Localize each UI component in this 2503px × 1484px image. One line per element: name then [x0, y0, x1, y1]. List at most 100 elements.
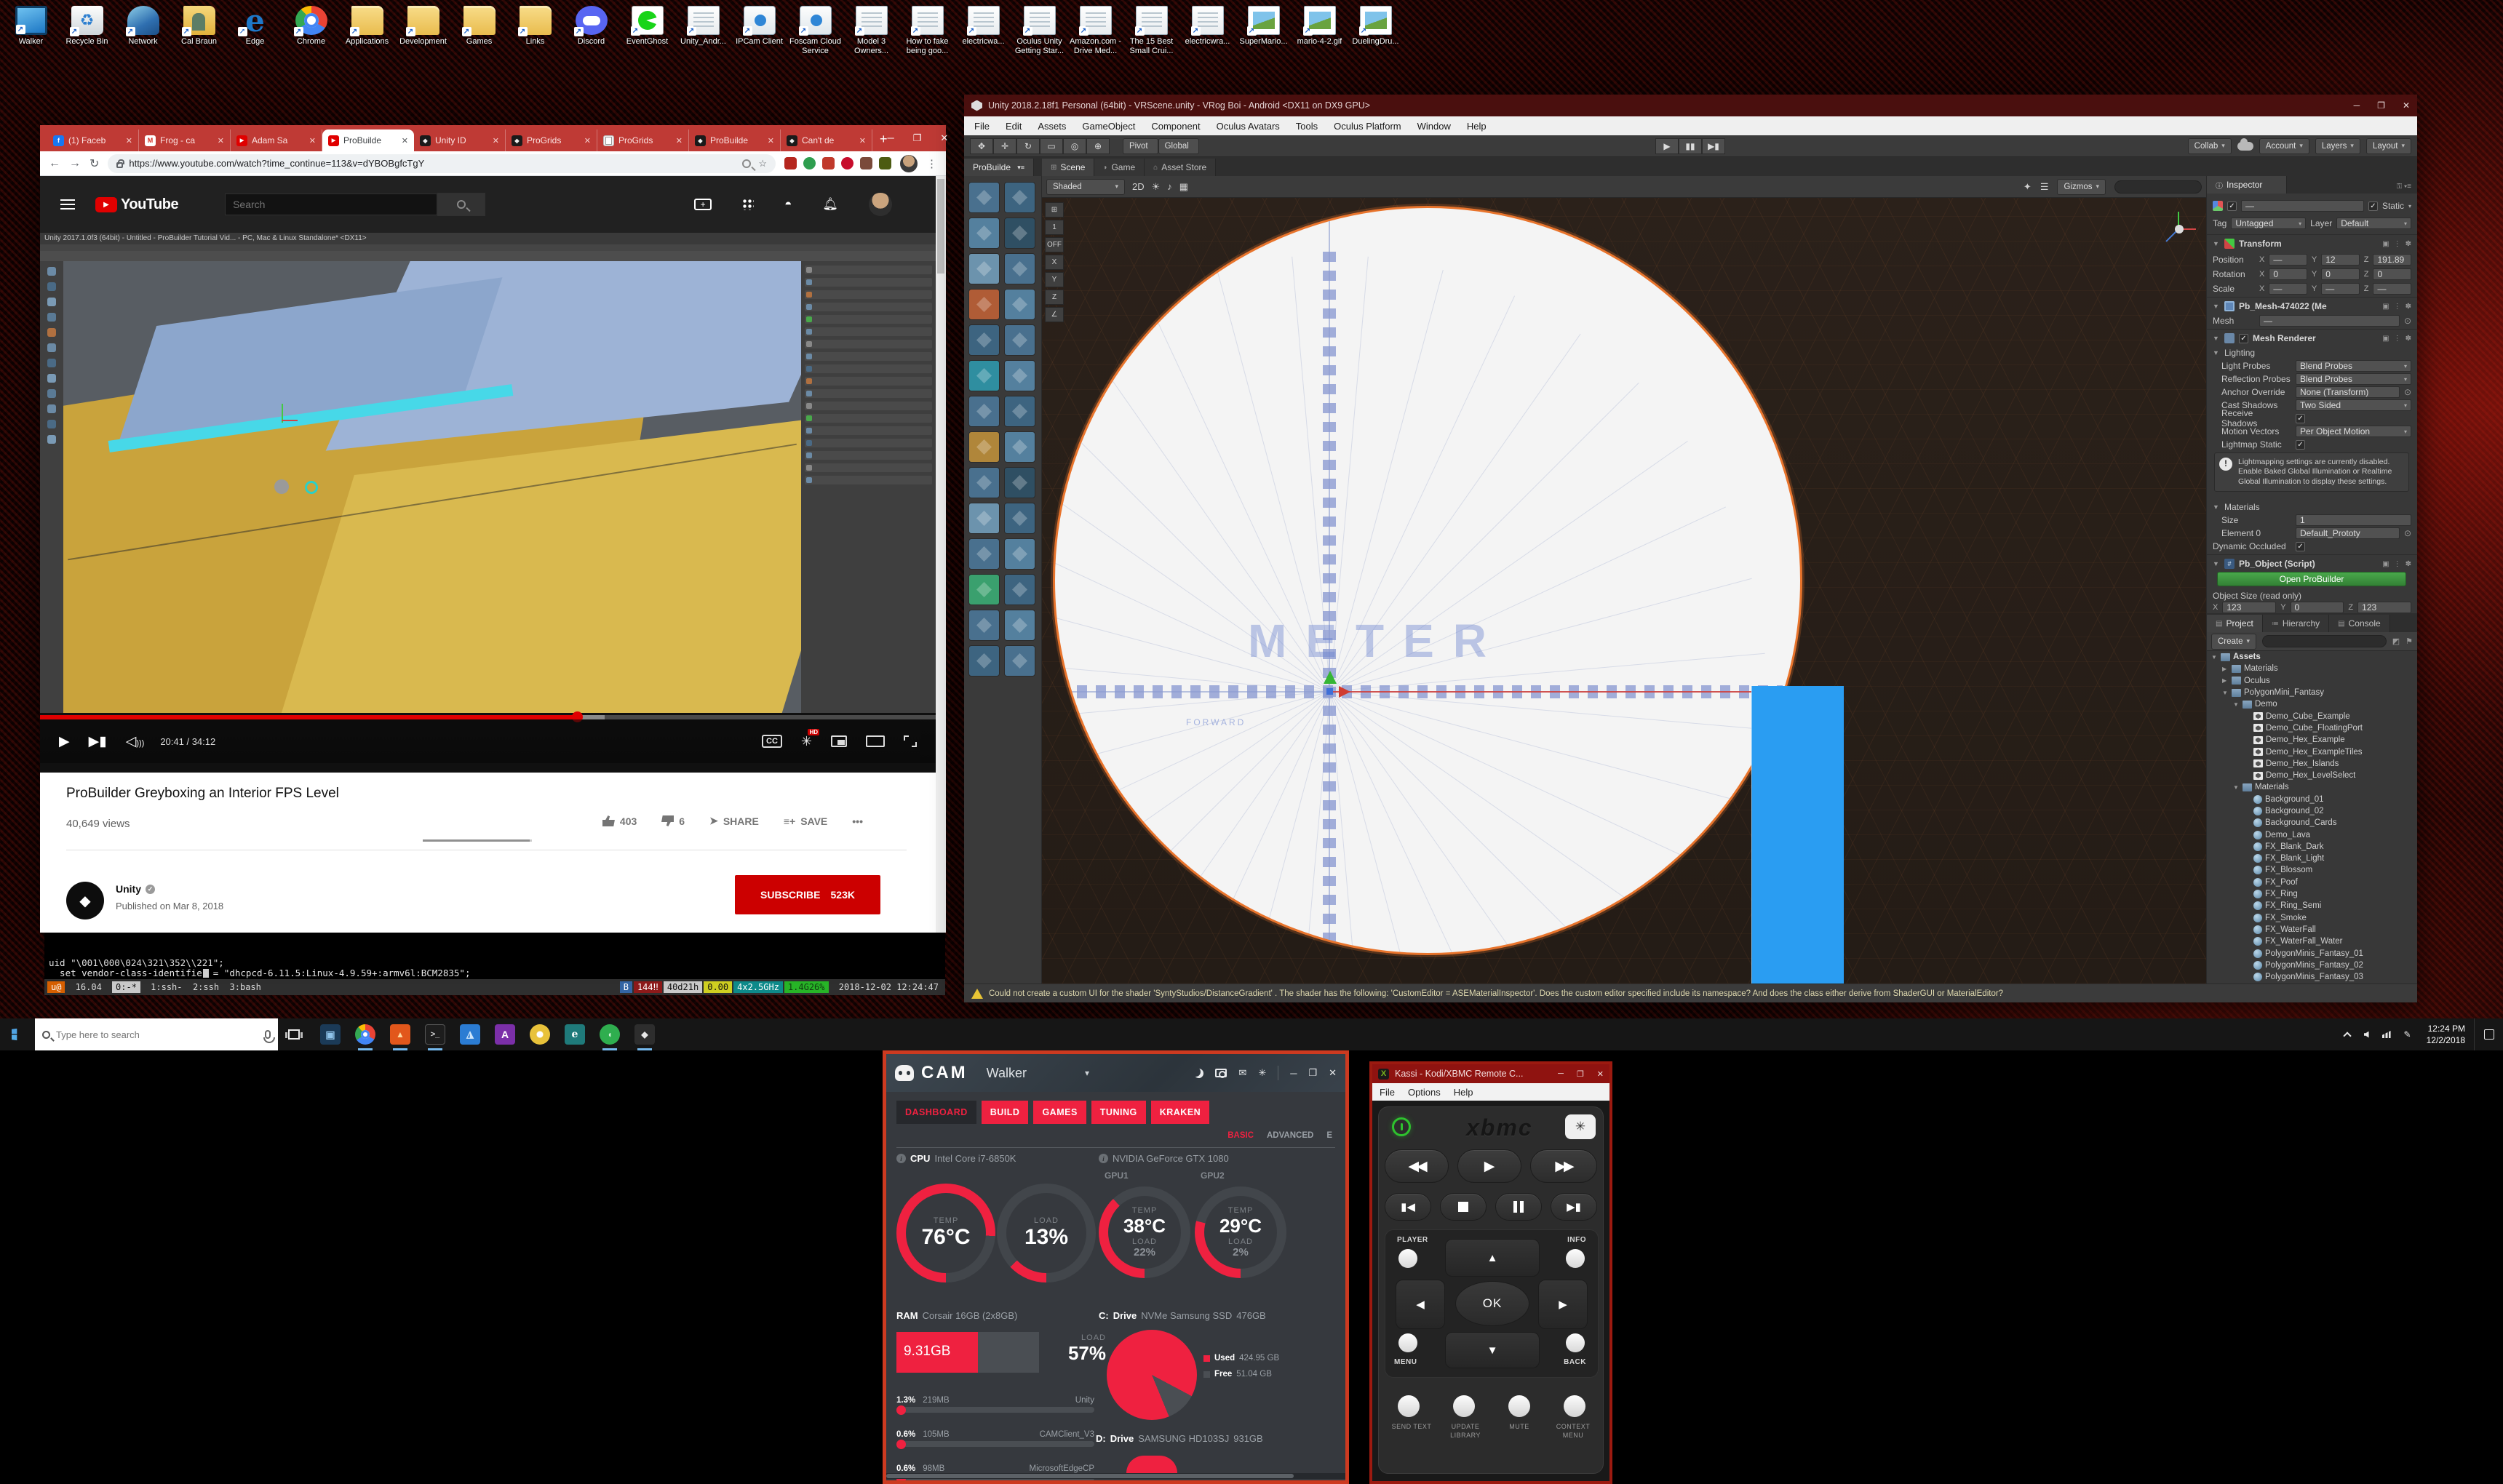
- browser-tab[interactable]: ProGrids ✕: [506, 129, 597, 151]
- materials-size-field[interactable]: 1: [2296, 514, 2411, 526]
- feedback-mail-icon[interactable]: ✉: [1238, 1067, 1246, 1079]
- extension-icon[interactable]: [803, 157, 816, 169]
- project-tree-item[interactable]: Demo_Hex_Islands: [2207, 758, 2417, 770]
- progrids-button[interactable]: X: [1045, 255, 1064, 270]
- menu-item[interactable]: Window: [1417, 121, 1451, 132]
- project-tree-item[interactable]: FX_Blank_Light: [2207, 853, 2417, 864]
- send-text-button[interactable]: [1398, 1395, 1420, 1417]
- cam-header[interactable]: CAM Walker ▾ ✉ ✳ ─ ❐ ✕: [886, 1054, 1345, 1092]
- tab-close-icon[interactable]: ✕: [493, 136, 499, 145]
- pause-button[interactable]: [1495, 1193, 1542, 1221]
- project-tree-item[interactable]: FX_WaterFall: [2207, 924, 2417, 936]
- mesh-field[interactable]: —: [2259, 315, 2400, 327]
- project-tree-item[interactable]: ▼ Demo: [2207, 698, 2417, 710]
- layers-dropdown[interactable]: Layers: [2315, 138, 2360, 154]
- reload-button[interactable]: ↻: [89, 156, 99, 171]
- progrids-button[interactable]: ∠: [1045, 307, 1064, 322]
- progrids-button[interactable]: 1: [1045, 220, 1064, 235]
- taskbar-app-button[interactable]: [592, 1018, 627, 1050]
- right-button[interactable]: ▶: [1538, 1280, 1588, 1329]
- menu-button[interactable]: [1398, 1333, 1417, 1352]
- next-button[interactable]: ▶▮: [1551, 1193, 1597, 1221]
- project-tree-item[interactable]: ▶ Materials: [2207, 663, 2417, 674]
- tool-button[interactable]: ▭: [1040, 138, 1063, 154]
- minimize-button[interactable]: ─: [2354, 100, 2360, 111]
- reflection-probes-dropdown[interactable]: Blend Probes: [2296, 373, 2411, 385]
- desktop-icon[interactable]: ↗ mario-4-2.gif: [1292, 1, 1348, 55]
- layout-dropdown[interactable]: Layout: [2366, 138, 2411, 154]
- project-tree-item[interactable]: Demo_Cube_FloatingPort: [2207, 722, 2417, 734]
- receive-shadows-checkbox[interactable]: [2296, 414, 2305, 423]
- mesh-renderer-header[interactable]: Mesh Renderer: [2253, 333, 2316, 343]
- cam-tab[interactable]: GAMES: [1033, 1101, 1086, 1124]
- project-tree-item[interactable]: PolygonMinis_Fantasy_01: [2207, 947, 2417, 959]
- mute-button[interactable]: [1508, 1395, 1530, 1417]
- light-probes-dropdown[interactable]: Blend Probes: [2296, 360, 2411, 372]
- taskbar-clock[interactable]: 12:24 PM 12/2/2018: [2427, 1023, 2465, 1046]
- rotation-y[interactable]: 0: [2321, 268, 2360, 280]
- player-button[interactable]: [1398, 1249, 1417, 1268]
- position-x[interactable]: —: [2269, 254, 2307, 266]
- audio-toggle-icon[interactable]: ♪: [1167, 181, 1172, 192]
- progrids-button[interactable]: OFF: [1045, 237, 1064, 252]
- back-button[interactable]: [1566, 1333, 1585, 1352]
- taskbar-app-button[interactable]: [348, 1018, 383, 1050]
- cam-tab[interactable]: DASHBOARD: [896, 1101, 976, 1124]
- minimize-button[interactable]: ─: [1558, 1069, 1564, 1079]
- settings-gear-button[interactable]: ✳: [1565, 1114, 1596, 1139]
- desktop-icon[interactable]: ↗ SuperMario...: [1235, 1, 1292, 55]
- tab-close-icon[interactable]: ✕: [402, 136, 408, 145]
- tag-dropdown[interactable]: Untagged: [2231, 218, 2306, 229]
- tool-button[interactable]: ↻: [1016, 138, 1040, 154]
- profile-avatar[interactable]: [900, 155, 918, 172]
- taskbar-app-button[interactable]: [522, 1018, 557, 1050]
- create-dropdown[interactable]: Create: [2211, 634, 2256, 650]
- back-button[interactable]: ←: [49, 157, 60, 170]
- project-tree-item[interactable]: FX_WaterFall_Water: [2207, 936, 2417, 947]
- project-tree-item[interactable]: Demo_Cube_Example: [2207, 710, 2417, 722]
- cam-tab[interactable]: BUILD: [982, 1101, 1029, 1124]
- project-tree-item[interactable]: Demo_Hex_LevelSelect: [2207, 770, 2417, 781]
- minimize-button[interactable]: ─: [1290, 1068, 1297, 1079]
- project-tree-item[interactable]: FX_Blossom: [2207, 864, 2417, 876]
- static-checkbox[interactable]: [2368, 202, 2378, 211]
- move-gizmo-x-arrow[interactable]: [1339, 686, 1350, 698]
- bookmark-star-icon[interactable]: ☆: [758, 158, 767, 169]
- probuilder-tool-button[interactable]: [968, 253, 1000, 284]
- project-tree-item[interactable]: ▼ PolygonMini_Fantasy: [2207, 687, 2417, 698]
- screenshot-icon[interactable]: [1215, 1069, 1227, 1077]
- draw-mode-dropdown[interactable]: Shaded: [1046, 179, 1125, 195]
- cloud-icon[interactable]: [2237, 142, 2253, 151]
- tab-close-icon[interactable]: ✕: [126, 136, 132, 145]
- new-tab-button[interactable]: +: [880, 132, 888, 147]
- browser-tab[interactable]: ProGrids ✕: [597, 129, 689, 151]
- active-checkbox[interactable]: [2227, 202, 2237, 211]
- desktop-icon[interactable]: ↗ Amazon.com - Drive Med...: [1067, 1, 1123, 55]
- collab-dropdown[interactable]: Collab: [2188, 138, 2232, 154]
- channel-avatar[interactable]: ◆: [66, 882, 104, 919]
- terminal-window[interactable]: uid "\001\000\024\321\352\\221"; set ven…: [44, 933, 945, 995]
- cam-view-option[interactable]: ADVANCED: [1267, 1131, 1313, 1140]
- lightmap-static-checkbox[interactable]: [2296, 440, 2305, 450]
- project-tree-item[interactable]: ▼ Materials: [2207, 781, 2417, 793]
- probuilder-tool-button[interactable]: [968, 574, 1000, 605]
- cam-view-option[interactable]: BASIC: [1227, 1131, 1254, 1140]
- task-view-button[interactable]: [278, 1018, 310, 1050]
- taskbar-app-button[interactable]: [488, 1018, 522, 1050]
- next-video-button[interactable]: ▶▮: [89, 733, 107, 750]
- close-button[interactable]: ✕: [1329, 1067, 1337, 1079]
- probuilder-tool-button[interactable]: [968, 324, 1000, 356]
- cam-profile-name[interactable]: Walker: [987, 1066, 1027, 1081]
- messages-icon[interactable]: ◓: [784, 197, 792, 212]
- address-bar[interactable]: https://www.youtube.com/watch?time_conti…: [108, 154, 776, 173]
- name-field[interactable]: —: [2241, 200, 2364, 212]
- project-tree-item[interactable]: PolygonMinis_Fantasy_03: [2207, 971, 2417, 983]
- probuilder-tool-button[interactable]: [1004, 431, 1035, 463]
- previous-button[interactable]: ▮◀: [1385, 1193, 1431, 1221]
- view-tab[interactable]: ⌂Asset Store: [1145, 159, 1216, 176]
- desktop-icon[interactable]: ↗ Oculus Unity Getting Star...: [1011, 1, 1067, 55]
- probuilder-tool-button[interactable]: [1004, 538, 1035, 570]
- taskbar-app-button[interactable]: [313, 1018, 348, 1050]
- desktop-icon[interactable]: ↗ Games: [451, 1, 507, 55]
- tool-button[interactable]: ✥: [970, 138, 993, 154]
